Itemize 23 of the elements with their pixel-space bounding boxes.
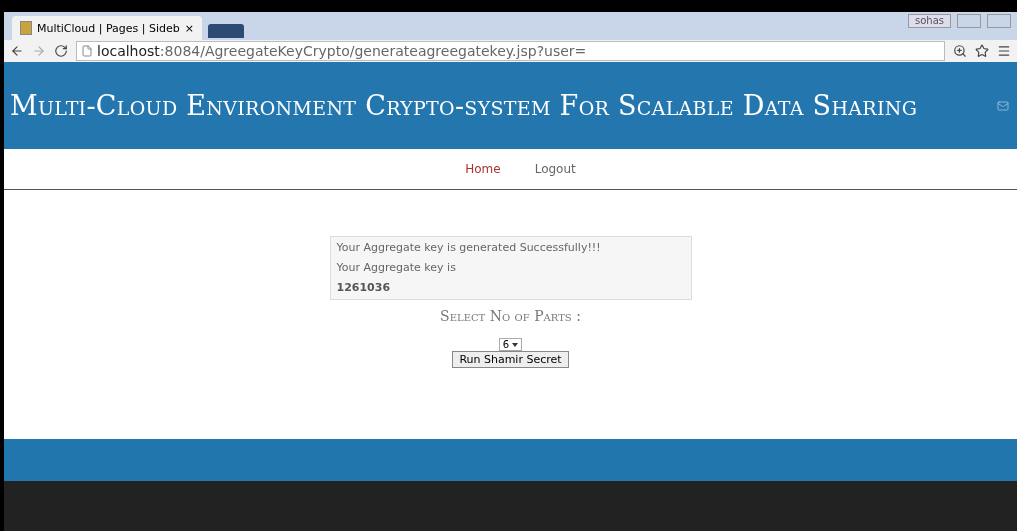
favicon-icon — [20, 21, 32, 35]
menu-icon[interactable] — [997, 44, 1011, 58]
aggregate-key: 1261036 — [336, 280, 685, 296]
page-icon — [81, 45, 93, 57]
parts-select[interactable]: 6 — [498, 338, 523, 351]
reload-icon[interactable] — [54, 44, 68, 58]
nav-link[interactable]: Home — [465, 162, 501, 176]
back-icon[interactable] — [10, 44, 24, 58]
nav-link[interactable]: Logout — [534, 162, 576, 176]
tab-title: MultiCloud | Pages | Sideb — [36, 21, 180, 35]
site-title: Multi-Cloud Environment Crypto-system For Scalable Data Sharing — [10, 90, 918, 121]
parts-label: Select No of Parts : — [440, 308, 581, 324]
close-icon[interactable]: × — [184, 21, 194, 35]
profile-label[interactable]: sohas — [908, 14, 951, 28]
result-text: Your Aggregate key is — [336, 260, 457, 276]
result-text: Your Aggregate key is generated Successfully!!! — [336, 240, 602, 256]
browser-tab[interactable]: MultiCloud | Pages | Sideb × — [12, 16, 202, 40]
url-text: localhost:8084/AgreegateKeyCrypto/generateagreegatekey.jsp?user= — [97, 43, 587, 59]
caret-icon — [512, 342, 519, 347]
run-button[interactable]: Run Shamir Secret — [452, 351, 569, 368]
star-icon[interactable] — [975, 44, 989, 58]
zoom-icon[interactable] — [953, 44, 967, 58]
address-bar[interactable]: localhost:8084/AgreegateKeyCrypto/generateagreegatekey.jsp?user= — [76, 41, 945, 61]
